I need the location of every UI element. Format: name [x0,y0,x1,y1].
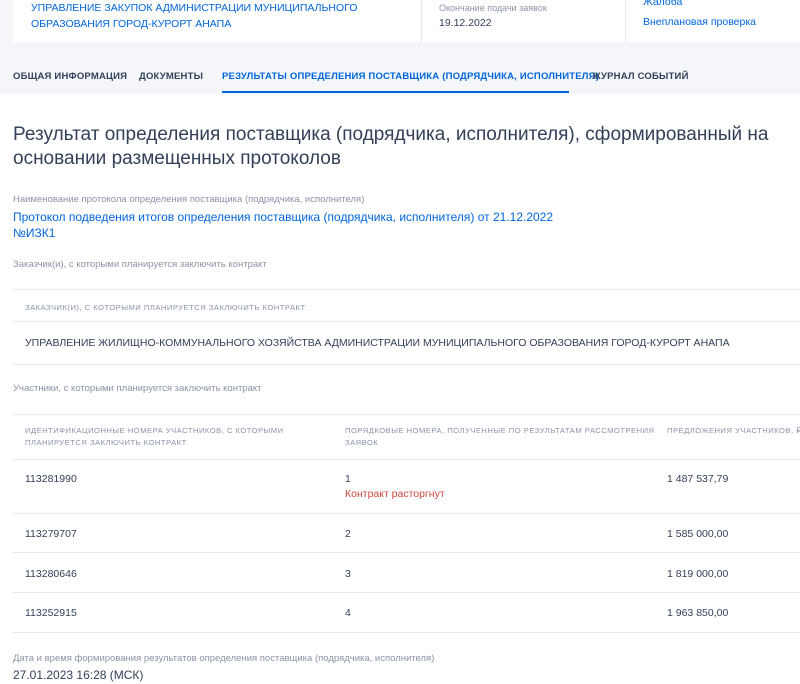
deadline-card: Окончание подачи заявок 19.12.2022 [421,0,625,42]
table-divider [13,632,800,633]
tabs-bar: ОБЩАЯ ИНФОРМАЦИЯ ДОКУМЕНТЫ РЕЗУЛЬТАТЫ ОП… [0,58,800,94]
table-divider [13,552,800,553]
complaint-link[interactable]: Жалоба [643,0,682,8]
organizer-link[interactable]: УПРАВЛЕНИЕ ЗАКУПОК АДМИНИСТРАЦИИ МУНИЦИП… [31,0,411,32]
table-divider [13,364,800,365]
participant-offer: 1 487 537,79 [667,473,729,485]
participant-offer: 1 819 000,00 [667,568,729,580]
participants-header-id: Идентификационные номера участников, с к… [25,426,284,447]
participants-label: Участники, с которыми планируется заключ… [13,383,262,394]
contract-terminated-status: Контракт расторгнут [345,488,445,500]
participant-id: 113252915 [25,607,77,619]
participant-id: 113281990 [25,473,77,485]
table-divider [13,289,800,290]
table-divider [13,592,800,593]
table-divider [13,459,800,460]
protocol-link[interactable]: Протокол подведения итогов определения п… [13,209,573,241]
links-card: Жалоба Внеплановая проверка [625,0,800,42]
top-info-bar: УПРАВЛЕНИЕ ЗАКУПОК АДМИНИСТРАЦИИ МУНИЦИП… [0,0,800,42]
tab-event-log[interactable]: ЖУРНАЛ СОБЫТИЙ [592,71,689,82]
participants-header-rank: Порядковые номера, полученные по результ… [345,426,655,447]
table-divider [13,414,800,415]
customers-table-header: Заказчик(и), с которыми планируется закл… [25,303,306,312]
participant-offer: 1 963 850,00 [667,607,729,619]
page-title: Результат определения поставщика (подряд… [13,124,769,169]
datetime-value: 27.01.2023 16:28 (МСК) [13,668,144,682]
protocol-label: Наименование протокола определения поста… [13,194,365,205]
table-divider [13,513,800,514]
inspection-link[interactable]: Внеплановая проверка [643,16,756,28]
deadline-value: 19.12.2022 [439,17,492,29]
participant-rank: 3 [345,568,351,580]
customer-name: УПРАВЛЕНИЕ ЖИЛИЩНО-КОММУНАЛЬНОГО ХОЗЯЙСТ… [25,337,730,349]
participant-rank: 1 [345,473,351,485]
participant-offer: 1 585 000,00 [667,528,729,540]
customers-label: Заказчик(и), с которыми планируется закл… [13,259,267,270]
participants-header-offer: Предложения участников, ₽ [667,426,800,435]
participant-rank: 2 [345,528,351,540]
participant-rank: 4 [345,607,351,619]
participant-id: 113280646 [25,568,77,580]
tab-documents[interactable]: ДОКУМЕНТЫ [139,71,203,82]
participant-id: 113279707 [25,528,77,540]
organizer-card: УПРАВЛЕНИЕ ЗАКУПОК АДМИНИСТРАЦИИ МУНИЦИП… [13,0,420,42]
deadline-label: Окончание подачи заявок [439,3,547,13]
main-content: Результат определения поставщика (подряд… [0,94,800,684]
active-tab-indicator [222,91,569,93]
tab-supplier-results[interactable]: РЕЗУЛЬТАТЫ ОПРЕДЕЛЕНИЯ ПОСТАВЩИКА (ПОДРЯ… [222,71,599,82]
tab-general-info[interactable]: ОБЩАЯ ИНФОРМАЦИЯ [13,71,127,82]
table-divider [13,321,800,322]
datetime-label: Дата и время формирования результатов оп… [13,653,435,664]
